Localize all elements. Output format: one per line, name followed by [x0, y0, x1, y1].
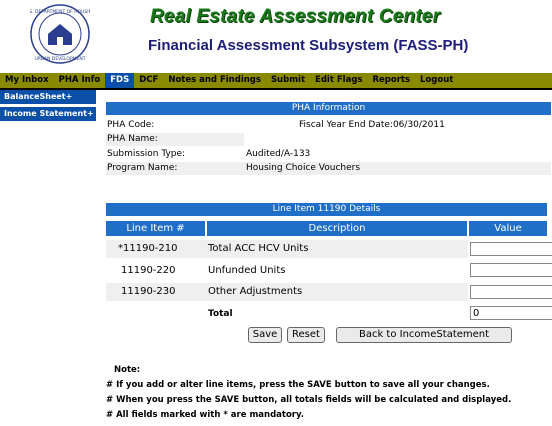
nav-fds[interactable]: FDS: [105, 73, 135, 88]
save-button[interactable]: Save: [248, 327, 282, 343]
program-name-label: Program Name:: [107, 163, 178, 173]
program-name-value: Housing Choice Vouchers: [246, 163, 361, 173]
value-input-11190-210[interactable]: [470, 242, 552, 256]
note-line: # When you press the SAVE button, all to…: [106, 395, 512, 405]
column-header-description: Description: [207, 221, 467, 236]
sidebar-item-balance-sheet[interactable]: BalanceSheet+: [0, 90, 96, 105]
note-line: # If you add or alter line items, press …: [106, 380, 490, 390]
sidebar-item-income-statement[interactable]: Income Statement+: [0, 107, 96, 122]
submission-type-label: Submission Type:: [107, 149, 186, 159]
value-input-11190-220[interactable]: [470, 263, 552, 277]
total-value-field: [470, 306, 552, 320]
nav-dcf[interactable]: DCF: [134, 73, 163, 88]
hud-seal-icon: U.S. DEPARTMENT OF HOUSING URBAN DEVELOP…: [25, 4, 96, 64]
fiscal-year-end-label: Fiscal Year End Date:06/30/2011: [299, 120, 445, 130]
note-heading: Note:: [114, 365, 141, 375]
nav-my-inbox[interactable]: My Inbox: [0, 73, 54, 88]
nav-submit[interactable]: Submit: [266, 73, 310, 88]
app-subtitle: Financial Assessment Subsystem (FASS-PH): [148, 37, 469, 54]
app-title: Real Estate Assessment Center: [150, 6, 441, 27]
line-item-number: *11190-210: [118, 243, 178, 254]
total-label: Total: [208, 309, 233, 319]
pha-name-label: PHA Name:: [107, 134, 158, 144]
submission-type-value: Audited/A-133: [246, 149, 311, 159]
value-input-11190-230[interactable]: [470, 285, 552, 299]
line-item-description: Total ACC HCV Units: [208, 243, 309, 254]
reset-button[interactable]: Reset: [287, 327, 325, 343]
line-item-number: 11190-220: [121, 265, 176, 276]
note-line: # All fields marked with * are mandatory…: [106, 410, 304, 420]
nav-reports[interactable]: Reports: [367, 73, 415, 88]
nav-pha-info[interactable]: PHA Info: [54, 73, 106, 88]
nav-notes-and-findings[interactable]: Notes and Findings: [163, 73, 266, 88]
main-nav: My Inbox PHA Info FDS DCF Notes and Find…: [0, 73, 552, 90]
svg-text:U.S. DEPARTMENT OF HOUSING: U.S. DEPARTMENT OF HOUSING: [30, 9, 90, 15]
line-item-description: Other Adjustments: [208, 286, 303, 297]
line-item-heading: Line Item 11190 Details: [106, 203, 547, 216]
back-to-income-statement-button[interactable]: Back to IncomeStatement: [336, 327, 512, 343]
column-header-value: Value: [469, 221, 547, 236]
nav-edit-flags[interactable]: Edit Flags: [310, 73, 367, 88]
pha-info-heading: PHA Information: [106, 102, 551, 115]
svg-text:URBAN DEVELOPMENT: URBAN DEVELOPMENT: [34, 56, 85, 62]
line-item-description: Unfunded Units: [208, 265, 286, 276]
nav-logout[interactable]: Logout: [415, 73, 458, 88]
pha-code-label: PHA Code:: [107, 120, 155, 130]
column-header-line-item: Line Item #: [106, 221, 205, 236]
sidebar: BalanceSheet+ Income Statement+: [0, 90, 96, 124]
line-item-number: 11190-230: [121, 286, 176, 297]
